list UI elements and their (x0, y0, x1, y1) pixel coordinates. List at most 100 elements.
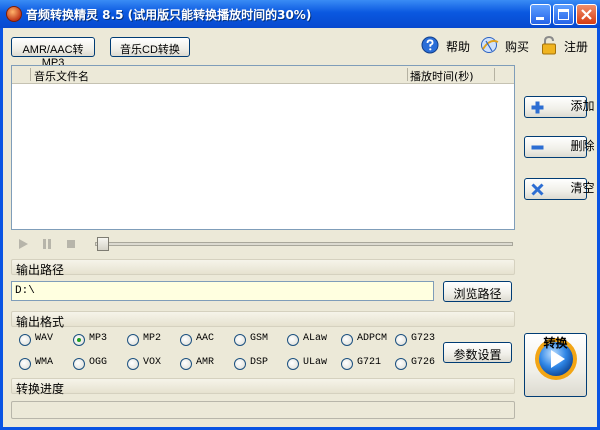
format-radio-label: GSM (250, 333, 269, 344)
title-bar[interactable]: 音频转换精灵 8.5 (试用版只能转换播放时间的30%) (0, 0, 600, 28)
music-cd-convert-label: 音乐CD转换 (120, 44, 180, 56)
format-radio-label: ALaw (303, 333, 328, 344)
radio-circle[interactable] (127, 334, 139, 346)
convert-label: 转换 (543, 336, 568, 350)
format-radio-wma[interactable]: WMA (19, 357, 69, 371)
stop-icon[interactable] (65, 238, 77, 250)
close-icon (581, 9, 592, 20)
column-divider (30, 68, 31, 81)
format-radio-ulaw[interactable]: ULaw (287, 357, 337, 371)
format-radio-amr[interactable]: AMR (180, 357, 230, 371)
radio-circle[interactable] (73, 334, 85, 346)
clear-button[interactable]: 清空 (524, 178, 595, 200)
playback-slider-thumb[interactable] (97, 237, 109, 251)
window-title: 音频转换精灵 8.5 (试用版只能转换播放时间的30%) (26, 8, 312, 22)
output-format-heading: 输出格式 (16, 315, 65, 329)
amr-aac-to-mp3-button[interactable]: AMR/AAC转MP3 (11, 37, 95, 69)
format-radio-mp3[interactable]: MP3 (73, 333, 123, 347)
music-file-list[interactable]: 音乐文件名 播放时间(秒) (11, 65, 515, 230)
format-radio-label: ADPCM (357, 333, 388, 344)
column-music-filename[interactable]: 音乐文件名 (34, 68, 89, 84)
clear-label: 清空 (570, 181, 595, 195)
maximize-button[interactable] (553, 4, 574, 25)
format-radio-label: WAV (35, 333, 54, 344)
buy-label: 购买 (505, 40, 530, 54)
convert-button[interactable]: 转换 (524, 333, 587, 397)
plus-icon (531, 101, 544, 114)
music-cd-convert-button[interactable]: 音乐CD转换 (110, 37, 190, 57)
conversion-progress-heading: 转换进度 (16, 382, 65, 396)
format-radio-g726[interactable]: G726 (395, 357, 445, 371)
output-path-section: 输出路径 (11, 259, 515, 277)
format-radio-label: AMR (196, 357, 215, 368)
radio-circle[interactable] (180, 334, 192, 346)
delete-label: 删除 (570, 139, 595, 153)
radio-circle[interactable] (19, 334, 31, 346)
output-path-heading: 输出路径 (16, 263, 65, 277)
help-label: 帮助 (446, 40, 471, 54)
column-play-time[interactable]: 播放时间(秒) (410, 68, 474, 84)
globe-cart-icon (481, 37, 499, 53)
format-radio-wav[interactable]: WAV (19, 333, 69, 347)
radio-circle[interactable] (341, 358, 353, 370)
column-divider (407, 68, 408, 81)
format-radio-mp2[interactable]: MP2 (127, 333, 177, 347)
format-radio-label: VOX (143, 357, 162, 368)
column-divider (494, 68, 495, 81)
padlock-icon (542, 35, 556, 55)
radio-circle[interactable] (341, 334, 353, 346)
minimize-icon (536, 17, 544, 20)
browse-path-button[interactable]: 浏览路径 (443, 281, 512, 302)
app-window: 音频转换精灵 8.5 (试用版只能转换播放时间的30%) AMR/AAC转MP3… (0, 0, 600, 430)
format-radio-vox[interactable]: VOX (127, 357, 177, 371)
player-bar (11, 236, 515, 252)
help-circle-icon (421, 36, 439, 54)
browse-path-label: 浏览路径 (453, 287, 502, 301)
format-radio-alaw[interactable]: ALaw (287, 333, 337, 347)
parameter-settings-button[interactable]: 参数设置 (443, 342, 512, 363)
radio-selected-dot (77, 338, 81, 342)
radio-circle[interactable] (234, 358, 246, 370)
radio-circle[interactable] (287, 358, 299, 370)
radio-circle[interactable] (180, 358, 192, 370)
parameter-settings-label: 参数设置 (453, 348, 502, 362)
playback-slider[interactable] (95, 242, 513, 246)
format-radio-label: G723 (411, 333, 436, 344)
list-header: 音乐文件名 播放时间(秒) (12, 66, 514, 84)
format-radio-label: DSP (250, 357, 269, 368)
format-radio-adpcm[interactable]: ADPCM (341, 333, 391, 347)
format-radio-ogg[interactable]: OGG (73, 357, 123, 371)
main-panel: AMR/AAC转MP3 音乐CD转换 帮助 购买 注册 音乐文件名 播放时间(秒… (3, 28, 597, 427)
format-radio-label: MP3 (89, 333, 108, 344)
format-radio-g721[interactable]: G721 (341, 357, 391, 371)
format-radio-label: G726 (411, 357, 436, 368)
minimize-button[interactable] (530, 4, 551, 25)
format-radio-g723[interactable]: G723 (395, 333, 445, 347)
format-radio-gsm[interactable]: GSM (234, 333, 284, 347)
format-radio-label: OGG (89, 357, 108, 368)
radio-circle[interactable] (287, 334, 299, 346)
add-label: 添加 (570, 99, 595, 113)
format-radio-label: WMA (35, 357, 54, 368)
output-format-section: 输出格式 (11, 311, 515, 329)
format-radio-label: MP2 (143, 333, 162, 344)
format-radio-dsp[interactable]: DSP (234, 357, 284, 371)
radio-circle[interactable] (395, 334, 407, 346)
radio-circle[interactable] (234, 334, 246, 346)
add-button[interactable]: 添加 (524, 96, 595, 118)
play-icon[interactable] (17, 238, 29, 250)
delete-button[interactable]: 删除 (524, 136, 595, 158)
format-radio-label: ULaw (303, 357, 328, 368)
maximize-icon (558, 9, 569, 20)
conversion-progress-section: 转换进度 (11, 378, 515, 396)
radio-circle[interactable] (127, 358, 139, 370)
pause-icon[interactable] (41, 238, 53, 250)
output-path-input[interactable]: D:\ (11, 281, 434, 301)
close-button[interactable] (576, 4, 597, 25)
radio-circle[interactable] (73, 358, 85, 370)
conversion-progress-bar (11, 401, 515, 419)
radio-circle[interactable] (395, 358, 407, 370)
format-radio-aac[interactable]: AAC (180, 333, 230, 347)
radio-circle[interactable] (19, 358, 31, 370)
app-icon (6, 6, 22, 22)
